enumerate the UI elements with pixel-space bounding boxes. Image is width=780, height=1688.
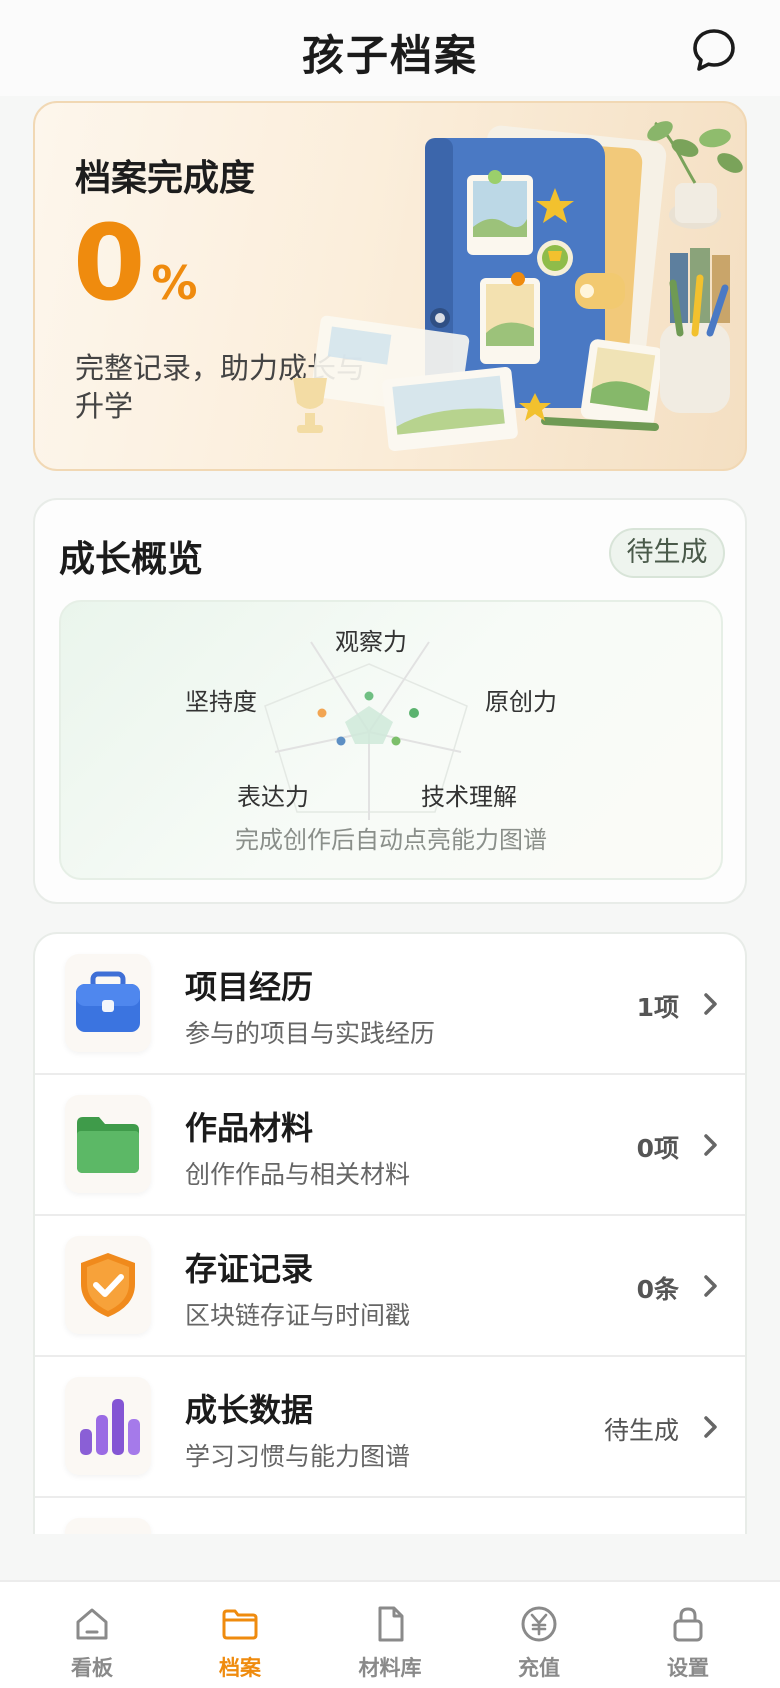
- completion-card[interactable]: 档案完成度 0% 完整记录，助力成长与升学: [33, 101, 747, 471]
- radar-axis-label: 表达力: [237, 783, 309, 811]
- menu-item-count: 0条: [636, 1275, 679, 1304]
- menu-item-subtitle: 区块链存证与时间戳: [185, 1301, 411, 1330]
- tab-dashboard[interactable]: 看板: [14, 1582, 170, 1688]
- menu-item-works[interactable]: 作品材料 创作作品与相关材料 0项: [35, 1075, 745, 1216]
- menu-item-partial[interactable]: [35, 1498, 745, 1534]
- menu-item-count: 1项: [636, 993, 679, 1022]
- briefcase-icon: [65, 954, 151, 1052]
- chevron-right-icon: [704, 1275, 717, 1297]
- app-header: 孩子档案: [0, 0, 780, 96]
- status-badge: 待生成: [609, 528, 725, 578]
- bottom-tab-bar: 看板 档案 材料库 充值 设置: [0, 1580, 780, 1688]
- home-icon: [76, 1608, 108, 1640]
- growth-overview-title: 成长概览: [59, 539, 204, 580]
- menu-item-count: 待生成: [603, 1416, 679, 1445]
- tab-label: 档案: [219, 1656, 261, 1680]
- folder-icon: [222, 1609, 258, 1640]
- menu-item-certificates[interactable]: 存证记录 区块链存证与时间戳 0条: [35, 1216, 745, 1357]
- menu-item-projects[interactable]: 项目经历 参与的项目与实践经历 1项: [35, 934, 745, 1075]
- completion-percent: 0%: [73, 211, 197, 315]
- chat-bubble-icon[interactable]: [690, 26, 738, 74]
- menu-item-count: 0项: [636, 1134, 679, 1163]
- archive-menu-list: 项目经历 参与的项目与实践经历 1项 作品材料 创作作品与相关材料 0项 存证记…: [33, 932, 747, 1534]
- radar-axis-label: 原创力: [485, 688, 557, 716]
- menu-item-subtitle: 创作作品与相关材料: [185, 1160, 411, 1189]
- chevron-right-icon: [704, 1134, 717, 1156]
- lock-icon: [673, 1607, 703, 1642]
- menu-item-title: 作品材料: [185, 1109, 314, 1147]
- menu-item-icon: [65, 1518, 151, 1534]
- menu-item-subtitle: 参与的项目与实践经历: [185, 1019, 436, 1048]
- growth-overview-card: 成长概览 待生成 观察力 原创力 技术理解 表达力 坚持度 完成创作后自动点亮能…: [33, 498, 747, 904]
- document-icon: [378, 1606, 404, 1642]
- tab-settings[interactable]: 设置: [610, 1582, 766, 1688]
- radar-axis-label: 技术理解: [421, 783, 517, 811]
- completion-unit: %: [151, 256, 198, 310]
- folder-icon: [65, 1095, 151, 1193]
- tab-label: 设置: [667, 1656, 709, 1680]
- ability-radar-chart: 观察力 原创力 技术理解 表达力 坚持度 完成创作后自动点亮能力图谱: [59, 600, 723, 880]
- yuan-coin-icon: [521, 1606, 557, 1642]
- completion-value: 0: [73, 202, 146, 324]
- chevron-right-icon: [704, 1416, 717, 1438]
- menu-item-title: 项目经历: [185, 968, 314, 1006]
- menu-item-title: 成长数据: [185, 1391, 314, 1429]
- chevron-right-icon: [704, 993, 717, 1015]
- completion-title: 档案完成度: [75, 158, 256, 199]
- tab-materials[interactable]: 材料库: [312, 1582, 468, 1688]
- menu-item-subtitle: 学习习惯与能力图谱: [185, 1442, 411, 1471]
- tab-label: 材料库: [358, 1656, 422, 1680]
- tab-archive[interactable]: 档案: [162, 1582, 318, 1688]
- archive-binder-illustration: [293, 121, 743, 452]
- page-title: 孩子档案: [301, 31, 478, 80]
- radar-axis-label: 坚持度: [185, 688, 257, 716]
- tab-label: 充值: [518, 1656, 560, 1680]
- tab-recharge[interactable]: 充值: [461, 1582, 617, 1688]
- tab-label: 看板: [71, 1656, 113, 1680]
- radar-caption: 完成创作后自动点亮能力图谱: [235, 826, 547, 854]
- menu-item-title: 存证记录: [185, 1250, 314, 1288]
- shield-check-icon: [65, 1236, 151, 1334]
- radar-axis-label: 观察力: [335, 628, 407, 656]
- menu-item-growth-data[interactable]: 成长数据 学习习惯与能力图谱 待生成: [35, 1357, 745, 1498]
- bar-chart-icon: [65, 1377, 151, 1475]
